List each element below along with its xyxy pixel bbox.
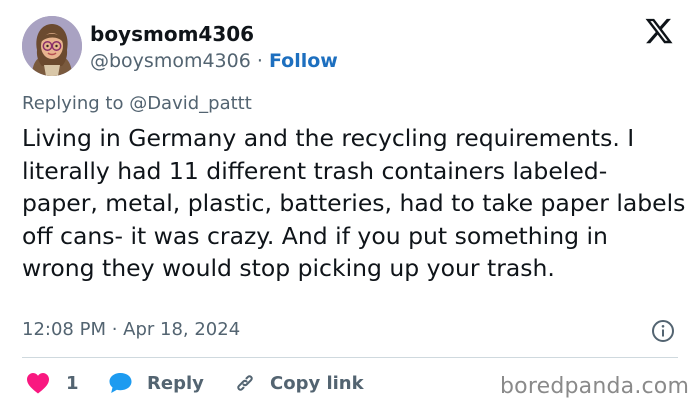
- copy-link-label: Copy link: [270, 372, 364, 394]
- heart-icon: [27, 373, 49, 394]
- author-handle[interactable]: @boysmom4306: [90, 50, 251, 72]
- like-button[interactable]: 1: [26, 368, 79, 398]
- link-icon: [237, 375, 253, 391]
- handle-line: @boysmom4306 · Follow: [90, 48, 338, 74]
- replying-to: Replying to @David_pattt: [22, 93, 252, 114]
- watermark: boredpanda.com: [500, 374, 690, 399]
- display-name[interactable]: boysmom4306: [90, 22, 338, 46]
- reply-button[interactable]: Reply: [108, 368, 204, 398]
- tweet-text: Living in Germany and the recycling requ…: [22, 124, 686, 282]
- divider: [22, 357, 678, 358]
- tweet-header: boysmom4306 @boysmom4306 · Follow: [22, 16, 682, 78]
- copy-link-button[interactable]: Copy link: [232, 368, 364, 398]
- tweet-timestamp[interactable]: 12:08 PM · Apr 18, 2024: [22, 316, 240, 344]
- speech-bubble-icon: [109, 373, 132, 393]
- like-count: 1: [66, 372, 79, 394]
- info-icon[interactable]: [651, 319, 675, 343]
- reply-label: Reply: [147, 372, 204, 394]
- x-logo-icon[interactable]: [644, 16, 674, 46]
- author-names: boysmom4306 @boysmom4306 · Follow: [90, 22, 338, 74]
- separator-dot: ·: [256, 50, 263, 72]
- avatar-image: [22, 16, 82, 76]
- follow-button[interactable]: Follow: [269, 50, 338, 72]
- avatar[interactable]: [22, 16, 82, 76]
